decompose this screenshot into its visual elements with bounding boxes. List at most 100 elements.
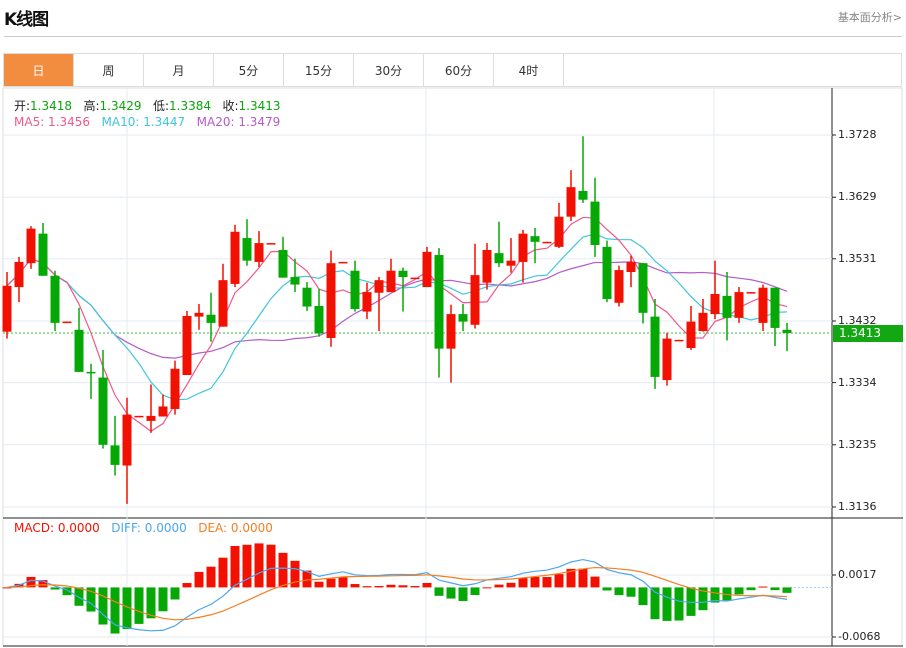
low-label: 低: <box>153 99 170 113</box>
candle[interactable] <box>206 292 216 342</box>
candle-body <box>218 280 228 327</box>
candle[interactable] <box>386 258 396 293</box>
candle-body <box>290 277 300 285</box>
candle[interactable] <box>578 136 588 203</box>
candle[interactable] <box>182 310 192 376</box>
candle[interactable] <box>614 265 624 307</box>
candle[interactable] <box>110 415 120 476</box>
candle-body <box>26 228 36 264</box>
candle[interactable] <box>782 322 792 352</box>
candle[interactable] <box>350 260 360 312</box>
candle[interactable] <box>518 229 528 283</box>
macd-bar <box>758 586 768 588</box>
diff-value: DIFF: 0.0000 <box>111 521 187 535</box>
macd-bar <box>434 587 444 596</box>
candle-body <box>266 243 276 245</box>
macd-bar <box>674 587 684 621</box>
macd-bar <box>350 584 360 588</box>
candle[interactable] <box>482 243 492 290</box>
candle[interactable] <box>230 224 240 288</box>
candle-body <box>362 292 372 312</box>
candle[interactable] <box>266 243 276 245</box>
candle[interactable] <box>698 299 708 332</box>
candle[interactable] <box>458 304 468 332</box>
candle[interactable] <box>98 349 108 449</box>
candle-body <box>206 314 216 323</box>
candle[interactable] <box>758 284 768 332</box>
candle[interactable] <box>398 267 408 312</box>
open-value: 1.3418 <box>30 99 73 113</box>
candle[interactable] <box>530 228 540 264</box>
candle[interactable] <box>494 221 504 267</box>
candle[interactable] <box>194 304 204 330</box>
macd-bar <box>194 571 204 588</box>
candle[interactable] <box>710 260 720 320</box>
candle[interactable] <box>302 282 312 311</box>
candle[interactable] <box>50 270 60 332</box>
candle[interactable] <box>314 288 324 337</box>
candle[interactable] <box>662 332 672 386</box>
candle[interactable] <box>146 384 156 433</box>
candle[interactable] <box>746 292 756 294</box>
candle[interactable] <box>26 226 36 269</box>
candle-body <box>674 339 684 342</box>
candle[interactable] <box>470 243 480 329</box>
candle[interactable] <box>14 256 24 303</box>
candle[interactable] <box>158 394 168 417</box>
candle[interactable] <box>218 263 228 327</box>
candle[interactable] <box>674 339 684 342</box>
candle[interactable] <box>590 177 600 257</box>
candle[interactable] <box>602 240 612 303</box>
candle-body <box>638 263 648 313</box>
macd-bar <box>746 587 756 591</box>
candle[interactable] <box>554 202 564 249</box>
candle[interactable] <box>86 363 96 399</box>
macd-bar <box>554 574 564 588</box>
candle[interactable] <box>434 248 444 378</box>
candle[interactable] <box>170 360 180 415</box>
candle[interactable] <box>770 287 780 347</box>
candle[interactable] <box>722 271 732 341</box>
candle[interactable] <box>542 241 552 244</box>
macd-bar <box>98 587 108 625</box>
candle[interactable] <box>422 246 432 288</box>
candle-body <box>422 251 432 288</box>
macd-bar <box>578 568 588 588</box>
candle[interactable] <box>122 397 132 504</box>
candle[interactable] <box>242 219 252 266</box>
candle-body <box>146 415 156 421</box>
candle-body <box>38 233 48 276</box>
candle[interactable] <box>686 305 696 350</box>
candle-body <box>338 261 348 264</box>
candle-body <box>110 445 120 465</box>
candle[interactable] <box>62 321 72 324</box>
candle-body <box>602 246 612 300</box>
candle[interactable] <box>362 282 372 320</box>
chart-frame <box>2 87 903 647</box>
macd-bar <box>314 581 324 588</box>
candle[interactable] <box>446 304 456 383</box>
macd-tick-label: 0.0017 <box>838 568 877 581</box>
candle[interactable] <box>734 287 744 323</box>
candle[interactable] <box>374 277 384 332</box>
candle[interactable] <box>338 261 348 264</box>
candle-body <box>506 260 516 266</box>
macd-bar <box>362 586 372 588</box>
candle[interactable] <box>134 415 144 418</box>
candle[interactable] <box>74 307 84 372</box>
candle[interactable] <box>506 238 516 273</box>
candle[interactable] <box>254 231 264 267</box>
y-tick-label: 1.3334 <box>838 376 877 389</box>
candle[interactable] <box>638 263 648 324</box>
candle[interactable] <box>410 277 420 280</box>
candle[interactable] <box>566 170 576 222</box>
candle[interactable] <box>278 236 288 278</box>
candle-body <box>758 287 768 323</box>
macd-bar <box>446 587 456 599</box>
candle[interactable] <box>326 250 336 347</box>
candle[interactable] <box>650 299 660 389</box>
ma10-value: MA10: 1.3447 <box>101 115 186 129</box>
macd-bar <box>458 587 468 601</box>
candle[interactable] <box>38 222 48 276</box>
candle-body <box>314 305 324 334</box>
